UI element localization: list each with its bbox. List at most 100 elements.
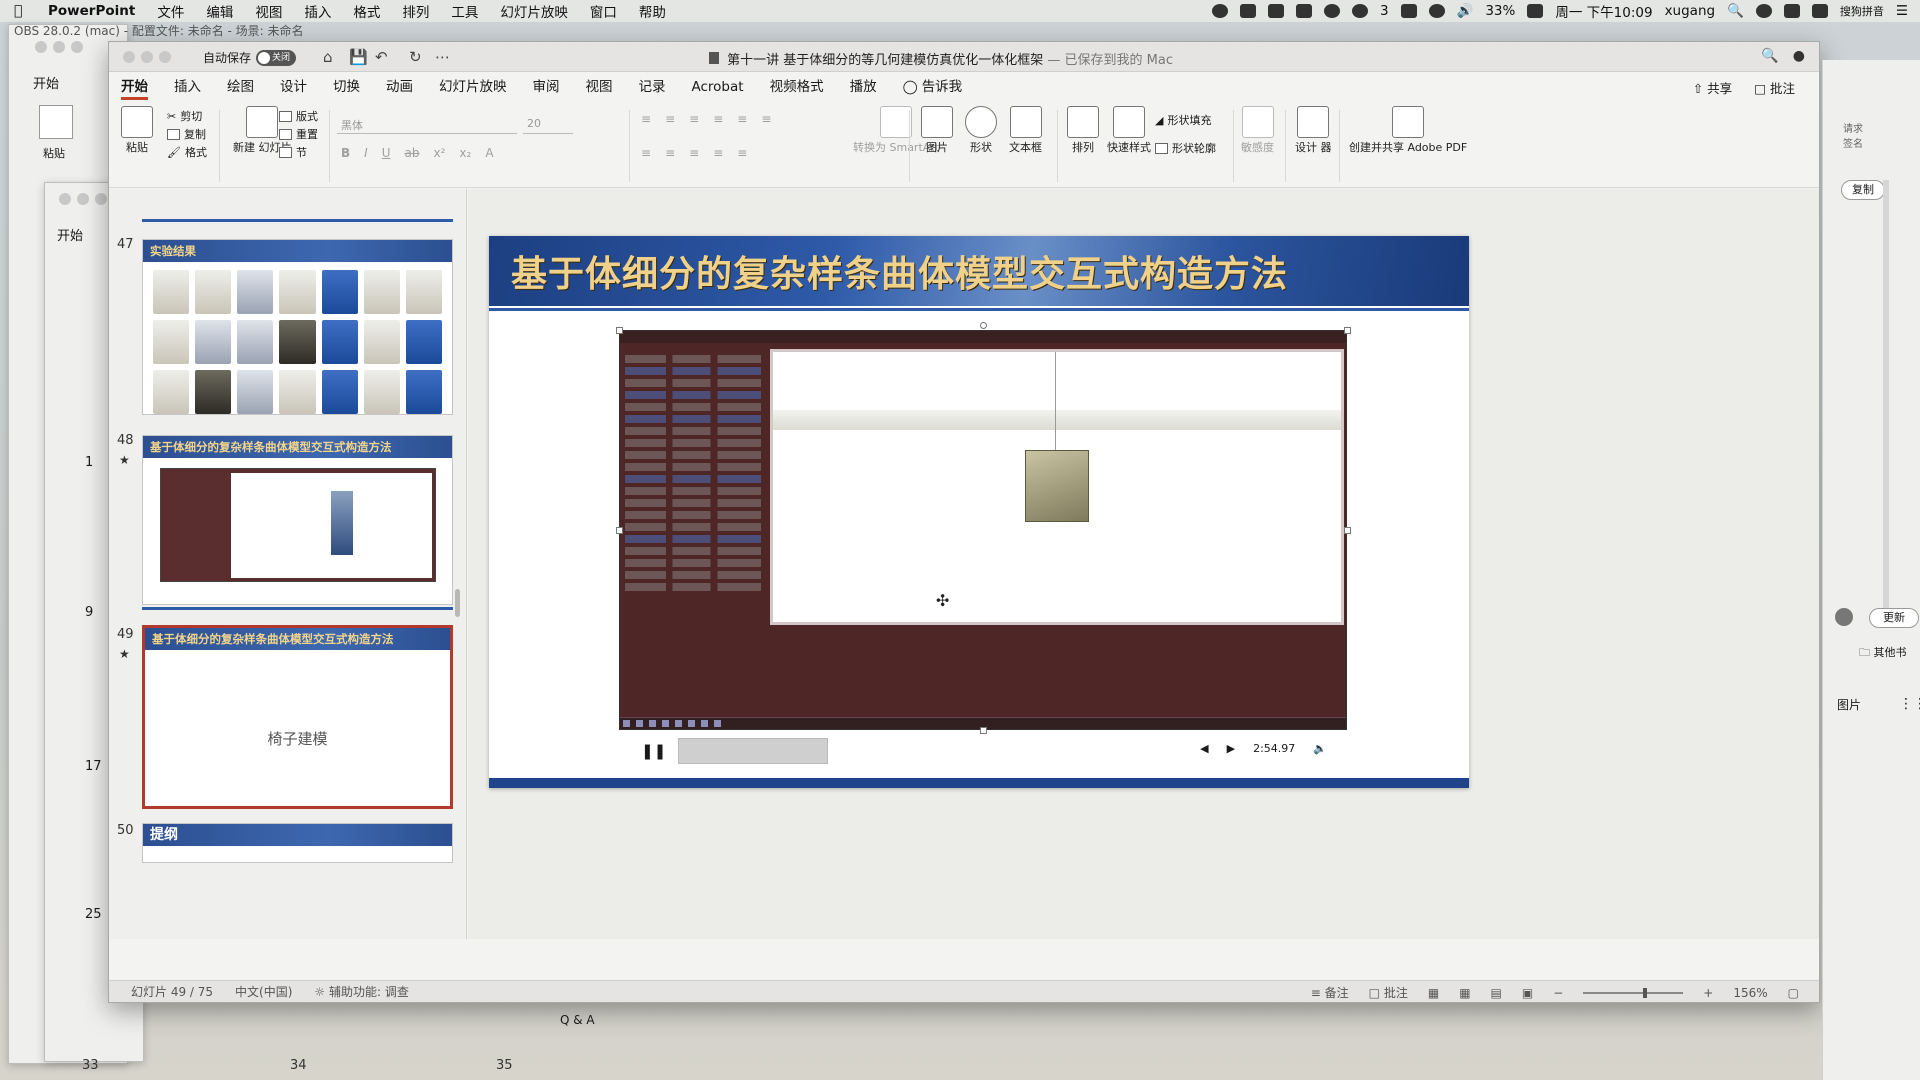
shape-button[interactable]: 形状	[965, 106, 997, 154]
menu-item-edit[interactable]: 编辑	[206, 1, 233, 21]
battery-icon[interactable]	[1527, 4, 1544, 18]
menu-item-tools[interactable]: 工具	[451, 1, 478, 21]
minimize-button[interactable]	[141, 51, 153, 63]
tab-transitions[interactable]: 切换	[333, 72, 360, 102]
menu-item-help[interactable]: 帮助	[639, 1, 666, 21]
update-button[interactable]: 更新	[1869, 608, 1919, 628]
bg-paste-icon[interactable]	[39, 105, 73, 139]
zoom-out-icon[interactable]: −	[1553, 986, 1563, 1000]
save-icon[interactable]: 💾	[349, 48, 368, 66]
control-center-icon[interactable]: ☰	[1896, 3, 1908, 19]
volume-icon[interactable]: 🔊	[1457, 3, 1474, 19]
zoom-button[interactable]	[159, 51, 171, 63]
search-icon[interactable]: 🔍	[1761, 48, 1778, 64]
menu-item-insert[interactable]: 插入	[304, 1, 331, 21]
slide-thumbnail-48[interactable]: 基于体细分的复杂样条曲体模型交互式构造方法	[142, 435, 453, 605]
tab-draw[interactable]: 绘图	[227, 72, 254, 102]
pause-icon[interactable]: ❚❚	[641, 742, 666, 760]
screen-icon[interactable]	[1400, 4, 1417, 18]
redo-icon[interactable]: ↻	[409, 48, 422, 66]
tab-animations[interactable]: 动画	[386, 72, 413, 102]
language-indicator[interactable]: 中文(中国)	[235, 983, 292, 1000]
request-sign[interactable]: 请求 签名	[1843, 120, 1863, 150]
slide-sorter-icon[interactable]: ▦	[1459, 986, 1470, 1000]
reading-view-icon[interactable]: ▤	[1491, 986, 1502, 1000]
ime-icon[interactable]	[1811, 4, 1828, 18]
tab-view[interactable]: 视图	[586, 72, 613, 102]
slide-thumbnail-49[interactable]: 基于体细分的复杂样条曲体模型交互式构造方法 椅子建模	[142, 625, 453, 809]
obs-icon[interactable]	[1211, 4, 1228, 18]
user-name[interactable]: xugang	[1665, 3, 1716, 19]
comment-button[interactable]: □ 批注	[1754, 78, 1795, 97]
underline-icon[interactable]: U	[382, 146, 391, 160]
resize-handle[interactable]	[616, 327, 623, 334]
menu-item-window[interactable]: 窗口	[590, 1, 617, 21]
zoom-in-icon[interactable]: +	[1703, 986, 1713, 1000]
arrange-button[interactable]: 排列	[1067, 106, 1099, 154]
apple-menu-icon[interactable]: 	[14, 3, 34, 19]
tab-design[interactable]: 设计	[280, 72, 307, 102]
volume-icon[interactable]: 🔈	[1313, 742, 1327, 755]
font-name-box[interactable]: 黑体	[337, 114, 517, 134]
menu-item-view[interactable]: 视图	[255, 1, 282, 21]
resize-handle[interactable]	[616, 527, 623, 534]
tab-slideshow[interactable]: 幻灯片放映	[439, 72, 507, 102]
other-books[interactable]: 🗀 其他书	[1859, 644, 1907, 663]
copy-button[interactable]: 复制	[167, 126, 206, 142]
quick-styles-button[interactable]: 快速样式	[1107, 106, 1151, 154]
cloud-icon[interactable]	[1295, 4, 1312, 18]
thumbnail-scrollbar[interactable]	[455, 589, 460, 617]
align-center-icon[interactable]: ≡	[665, 146, 675, 160]
menu-item-arrange[interactable]: 排列	[402, 1, 429, 21]
outdent-icon[interactable]: ≡	[713, 112, 723, 126]
fit-to-window-icon[interactable]: ▢	[1788, 986, 1799, 1000]
notification-icon[interactable]	[1783, 4, 1800, 18]
format-painter-button[interactable]: 🖌 格式	[167, 144, 207, 160]
line-spacing-icon[interactable]: ≡	[737, 112, 747, 126]
menu-item-format[interactable]: 格式	[353, 1, 380, 21]
create-pdf-button[interactable]: 创建并共享 Adobe PDF	[1349, 106, 1467, 154]
accessibility-check[interactable]: ☼ 辅助功能: 调查	[314, 983, 408, 1000]
align-left-icon[interactable]: ≡	[641, 146, 651, 160]
resize-handle[interactable]	[1344, 327, 1351, 334]
embedded-video[interactable]: ✣	[619, 330, 1347, 730]
skip-forward-icon[interactable]: ▶	[1227, 742, 1235, 755]
slide-title[interactable]: 基于体细分的复杂样条曲体模型交互式构造方法	[511, 245, 1288, 297]
normal-view-icon[interactable]: ▦	[1428, 986, 1439, 1000]
tab-playback[interactable]: 播放	[850, 72, 877, 102]
reset-button[interactable]: 重置	[279, 126, 318, 142]
tab-insert[interactable]: 插入	[174, 72, 201, 102]
section-button[interactable]: 节	[279, 144, 307, 160]
notes-button[interactable]: ≡ 备注	[1311, 984, 1349, 1001]
bg-tab-start[interactable]: 开始	[33, 73, 59, 92]
wechat-icon[interactable]	[1351, 4, 1368, 18]
superscript-icon[interactable]: x²	[433, 146, 445, 160]
indent-icon[interactable]: ≡	[689, 112, 699, 126]
align-right-icon[interactable]: ≡	[689, 146, 699, 160]
tab-record[interactable]: 记录	[639, 72, 666, 102]
resize-handle[interactable]	[1344, 527, 1351, 534]
distributed-icon[interactable]: ≡	[737, 146, 747, 160]
subscript-icon[interactable]: x₂	[459, 146, 471, 160]
shape-fill-button[interactable]: ◢ 形状填充	[1155, 112, 1211, 128]
justify-icon[interactable]: ≡	[713, 146, 723, 160]
font-color-icon[interactable]: A	[485, 146, 493, 160]
ime-label[interactable]: 搜狗拼音	[1840, 3, 1884, 19]
video-progress-bar[interactable]	[678, 738, 829, 764]
cut-button[interactable]: ✂ 剪切	[167, 108, 202, 124]
siri-icon[interactable]	[1755, 4, 1772, 18]
skip-back-icon[interactable]: ◀	[1200, 742, 1208, 755]
strikethrough-icon[interactable]: ab	[405, 146, 420, 160]
tab-review[interactable]: 审阅	[533, 72, 560, 102]
grid-icon[interactable]: ⋮⋮	[1899, 696, 1920, 712]
textbox-button[interactable]: 文本框	[1009, 106, 1042, 154]
comments-button[interactable]: □ 批注	[1369, 984, 1408, 1001]
italic-icon[interactable]: I	[364, 146, 368, 160]
slide-thumbnail-50[interactable]: 提纲	[142, 823, 453, 863]
menu-app-name[interactable]: PowerPoint	[48, 3, 135, 19]
spotlight-icon[interactable]: 🔍	[1727, 3, 1744, 19]
tab-acrobat[interactable]: Acrobat	[692, 72, 744, 102]
slide-thumbnail-47[interactable]: 实验结果	[142, 239, 453, 415]
share-button[interactable]: ⇧ 共享	[1693, 78, 1732, 97]
shape-outline-button[interactable]: 形状轮廓	[1155, 140, 1216, 156]
